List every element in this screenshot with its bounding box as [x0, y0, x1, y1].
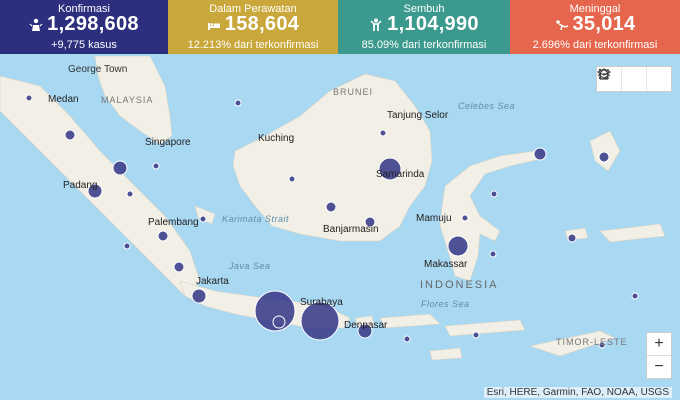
bubble-sumut [64, 129, 76, 141]
label-surabaya: Surabaya [300, 297, 343, 308]
konfirmasi-value: 1,298,608 [47, 13, 139, 35]
sembuh-sub: 85.09% dari terkonfirmasi [361, 39, 487, 51]
label-celebes-sea: Celebes Sea [458, 101, 516, 111]
card-perawatan: Dalam Perawatan 158,604 12.213% dari ter… [168, 0, 338, 54]
bubble-riau [112, 160, 128, 176]
map-toolbar [596, 66, 672, 92]
label-flores-sea: Flores Sea [421, 299, 470, 309]
label-george-town: George Town [68, 64, 128, 75]
label-malaysia: MALAYSIA [101, 95, 154, 105]
label-karimata-strait: Karimata Strait [222, 214, 290, 224]
bubble-kepri [152, 162, 160, 170]
label-jakarta: Jakarta [196, 276, 229, 287]
konfirmasi-value-row: 1,298,608 [0, 13, 168, 36]
sembuh-value: 1,104,990 [387, 13, 479, 35]
map-view[interactable]: George Town MALAYSIA BRUNEI Medan Celebe… [0, 56, 680, 400]
person-virus-icon [29, 18, 43, 31]
card-sembuh: Sembuh 1,104,990 85.09% dari terkonfirma… [338, 0, 510, 54]
bubble-gorontalo [490, 190, 498, 198]
label-padang: Padang [63, 180, 98, 191]
land-seram [599, 223, 666, 243]
bubble-brunei [234, 99, 242, 107]
konfirmasi-sub: +9,775 kasus [51, 39, 117, 51]
label-makassar: Makassar [424, 259, 468, 270]
perawatan-value: 158,604 [224, 13, 300, 35]
label-banjarmasin: Banjarmasin [323, 224, 379, 235]
bubble-lampung [173, 261, 185, 273]
card-konfirmasi: Konfirmasi 1,298,608 +9,775 kasus [0, 0, 168, 54]
legend-icon[interactable] [598, 67, 647, 91]
bubble-maluku [567, 233, 577, 243]
perawatan-sub: 12.213% dari terkonfirmasi [187, 39, 319, 51]
land-flores [444, 319, 526, 337]
label-kuching: Kuching [258, 133, 295, 144]
bubble-sumsel [157, 230, 169, 242]
bubble-sulbar [461, 214, 469, 222]
label-samarinda: Samarinda [376, 169, 425, 180]
meninggal-value-row: 35,014 [510, 13, 680, 36]
bubble-aceh [25, 94, 33, 102]
land-lombok-sumbawa [379, 313, 441, 329]
land-halmahera [589, 130, 621, 172]
perawatan-value-row: 158,604 [168, 13, 338, 36]
bubble-sulsel [447, 235, 469, 257]
label-mamuju: Mamuju [416, 213, 452, 224]
bubble-babel [199, 215, 207, 223]
meninggal-value: 35,014 [572, 13, 636, 35]
bubble-papua [631, 292, 639, 300]
bubble-bengkulu [123, 242, 131, 250]
bubble-kaltara [379, 129, 387, 137]
zoom-out-button[interactable]: − [647, 356, 671, 378]
bubble-sultra [533, 147, 547, 161]
person-falling-icon [555, 19, 568, 30]
label-indonesia: INDONESIA [420, 279, 499, 291]
bubble-ntb [403, 335, 411, 343]
label-singapore: Singapore [145, 137, 191, 148]
bubble-banten [191, 288, 207, 304]
bubble-kalteng [325, 201, 337, 213]
label-timor-leste: TIMOR-LESTE [556, 337, 628, 347]
label-tanjung-selor: Tanjung Selor [387, 110, 449, 121]
bubble-ntt [472, 331, 480, 339]
label-denpasar: Denpasar [344, 320, 388, 331]
layers-icon[interactable] [597, 67, 671, 91]
label-java-sea: Java Sea [229, 261, 271, 271]
zoom-in-button[interactable]: + [647, 333, 671, 356]
bubble-jambi [126, 190, 134, 198]
meninggal-sub: 2.696% dari terkonfirmasi [532, 39, 658, 51]
zoom-control: + − [646, 332, 672, 379]
hospital-bed-icon [207, 22, 220, 30]
label-palembang: Palembang [148, 217, 199, 228]
sembuh-value-row: 1,104,990 [338, 13, 510, 36]
bubble-jabar [254, 290, 296, 332]
person-recovered-icon [370, 18, 382, 31]
land-sumba [429, 347, 463, 361]
label-brunei: BRUNEI [333, 87, 374, 97]
stats-header: Konfirmasi 1,298,608 +9,775 kasus Dalam … [0, 0, 680, 54]
label-medan: Medan [48, 94, 79, 105]
bubble-sulteng [489, 250, 497, 258]
map-attribution: Esri, HERE, Garmin, FAO, NOAA, USGS [483, 387, 672, 398]
bubble-malut [598, 151, 610, 163]
card-meninggal: Meninggal 35,014 2.696% dari terkonfirma… [510, 0, 680, 54]
bubble-kalbar [288, 175, 296, 183]
